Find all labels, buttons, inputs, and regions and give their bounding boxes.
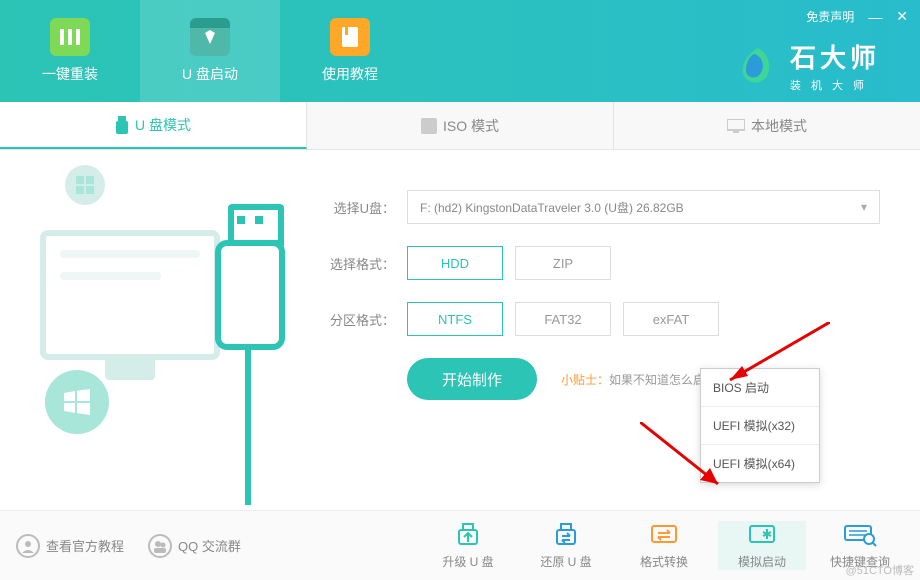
tab-label: U 盘模式 xyxy=(135,115,191,135)
action-label: 还原 U 盘 xyxy=(540,553,591,570)
windows-badge-small xyxy=(65,165,105,205)
app-header: 一键重装 U 盘启动 使用教程 免责声明 — ✕ 石大师 装机大师 xyxy=(0,0,920,102)
avatar-icon xyxy=(16,534,40,558)
usb-select-value: F: (hd2) KingstonDataTraveler 3.0 (U盘) 2… xyxy=(420,199,684,216)
watermark: @51CTO博客 xyxy=(846,562,914,578)
usb-select-label: 选择U盘： xyxy=(320,198,395,217)
action-label: 升级 U 盘 xyxy=(442,553,493,570)
usb-icon xyxy=(115,116,129,134)
nav-tutorial[interactable]: 使用教程 xyxy=(280,0,420,102)
monitor-icon xyxy=(40,230,220,360)
brand-logo-icon xyxy=(736,44,780,88)
convert-icon xyxy=(647,521,681,549)
group-icon xyxy=(148,534,172,558)
boot-mode-popup: BIOS 启动 UEFI 模拟(x32) UEFI 模拟(x64) xyxy=(700,368,820,483)
form-panel: 选择U盘： F: (hd2) KingstonDataTraveler 3.0 … xyxy=(310,150,920,510)
tab-label: 本地模式 xyxy=(751,116,807,136)
bars-icon xyxy=(50,18,90,56)
disclaimer-link[interactable]: 免责声明 xyxy=(806,8,854,25)
popup-bios-boot[interactable]: BIOS 启动 xyxy=(701,369,819,407)
start-button[interactable]: 开始制作 xyxy=(407,358,537,400)
usb-select[interactable]: F: (hd2) KingstonDataTraveler 3.0 (U盘) 2… xyxy=(407,190,880,224)
action-format-convert[interactable]: 格式转换 xyxy=(620,521,708,570)
brand-name: 石大师 xyxy=(790,38,880,75)
tab-local-mode[interactable]: 本地模式 xyxy=(614,102,920,149)
nav-label: 使用教程 xyxy=(322,64,378,84)
partition-label: 分区格式： xyxy=(320,310,395,329)
keyboard-search-icon xyxy=(843,521,877,549)
simulate-icon xyxy=(745,521,779,549)
nav-label: U 盘启动 xyxy=(182,64,238,84)
action-restore-usb[interactable]: 还原 U 盘 xyxy=(522,521,610,570)
upgrade-icon xyxy=(451,521,485,549)
action-label: 格式转换 xyxy=(640,553,688,570)
nav-usb-boot[interactable]: U 盘启动 xyxy=(140,0,280,102)
footer-bar: 查看官方教程 QQ 交流群 升级 U 盘 还原 U 盘 格式转换 模拟启动 快捷… xyxy=(0,510,920,580)
nav-label: 一键重装 xyxy=(42,64,98,84)
tab-iso-mode[interactable]: ISO 模式 xyxy=(307,102,614,149)
mode-tabs: U 盘模式 ISO 模式 本地模式 xyxy=(0,102,920,150)
partition-exfat-button[interactable]: exFAT xyxy=(623,302,719,336)
brand-sub: 装机大师 xyxy=(790,77,880,93)
usb-drive-icon xyxy=(215,240,285,350)
format-label: 选择格式： xyxy=(320,254,395,273)
monitor-icon xyxy=(727,119,745,133)
partition-fat32-button[interactable]: FAT32 xyxy=(515,302,611,336)
illustration xyxy=(0,150,310,510)
usb-shield-icon xyxy=(190,18,230,56)
action-simulate-boot[interactable]: 模拟启动 xyxy=(718,521,806,570)
chevron-down-icon: ▾ xyxy=(861,200,867,214)
minimize-button[interactable]: — xyxy=(868,9,882,25)
tab-label: ISO 模式 xyxy=(443,116,499,136)
footer-actions: 升级 U 盘 还原 U 盘 格式转换 模拟启动 快捷键查询 xyxy=(424,521,904,570)
format-zip-button[interactable]: ZIP xyxy=(515,246,611,280)
tab-usb-mode[interactable]: U 盘模式 xyxy=(0,102,307,149)
window-controls: 免责声明 — ✕ xyxy=(806,8,908,25)
brand: 石大师 装机大师 xyxy=(736,38,880,93)
iso-icon xyxy=(421,118,437,134)
popup-uefi-x32[interactable]: UEFI 模拟(x32) xyxy=(701,407,819,445)
partition-ntfs-button[interactable]: NTFS xyxy=(407,302,503,336)
link-label: 查看官方教程 xyxy=(46,536,124,555)
action-label: 模拟启动 xyxy=(738,553,786,570)
action-upgrade-usb[interactable]: 升级 U 盘 xyxy=(424,521,512,570)
popup-uefi-x64[interactable]: UEFI 模拟(x64) xyxy=(701,445,819,482)
nav-reinstall[interactable]: 一键重装 xyxy=(0,0,140,102)
official-tutorial-link[interactable]: 查看官方教程 xyxy=(16,534,124,558)
windows-badge-icon xyxy=(45,370,109,434)
book-icon xyxy=(330,18,370,56)
restore-icon xyxy=(549,521,583,549)
link-label: QQ 交流群 xyxy=(178,536,241,555)
qq-group-link[interactable]: QQ 交流群 xyxy=(148,534,241,558)
close-button[interactable]: ✕ xyxy=(896,8,908,25)
format-hdd-button[interactable]: HDD xyxy=(407,246,503,280)
cable-icon xyxy=(245,345,251,505)
